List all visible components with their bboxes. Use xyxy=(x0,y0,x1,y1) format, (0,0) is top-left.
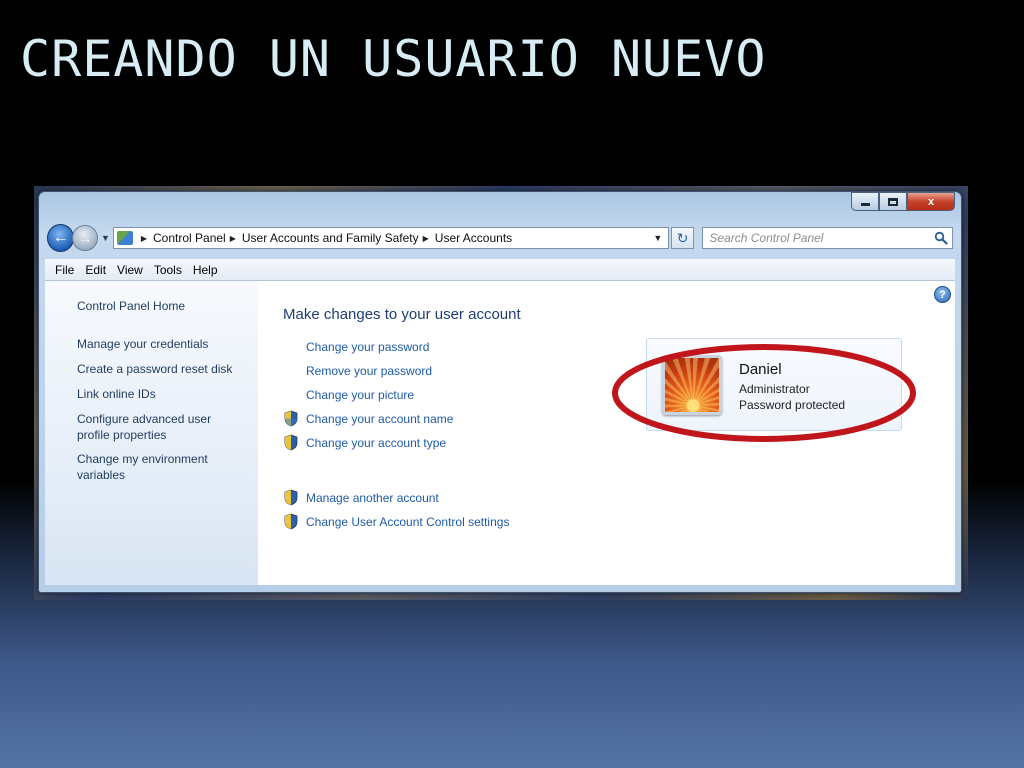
change-account-name-link[interactable]: Change your account name xyxy=(306,412,453,426)
avatar-petals xyxy=(665,358,719,412)
menu-view[interactable]: View xyxy=(112,263,149,277)
menu-edit[interactable]: Edit xyxy=(80,263,112,277)
uac-shield-icon xyxy=(284,489,298,506)
minimize-button[interactable] xyxy=(851,192,879,211)
menu-help[interactable]: Help xyxy=(188,263,224,277)
client-area: Control Panel Home Manage your credentia… xyxy=(45,281,955,585)
search-input[interactable] xyxy=(703,228,934,248)
advanced-profile-properties-link[interactable]: Configure advanced user profile properti… xyxy=(77,411,227,443)
password-reset-disk-link[interactable]: Create a password reset disk xyxy=(77,361,258,377)
back-button[interactable]: ← xyxy=(47,224,75,252)
link-online-ids-link[interactable]: Link online IDs xyxy=(77,386,258,402)
page-heading: Make changes to your user account xyxy=(283,306,521,323)
breadcrumb-control-panel[interactable]: Control Panel xyxy=(153,231,226,245)
refresh-button[interactable]: ↻ xyxy=(670,227,695,249)
help-icon[interactable]: ? xyxy=(934,286,951,303)
uac-shield-icon xyxy=(284,410,298,427)
control-panel-icon xyxy=(116,231,133,245)
control-panel-window: x ← → ▼ ▶ Control Panel ▶ User Accounts … xyxy=(38,191,962,593)
remove-password-link[interactable]: Remove your password xyxy=(306,364,432,378)
account-status: Password protected xyxy=(739,398,846,412)
maximize-icon xyxy=(888,197,898,206)
address-bar[interactable]: ▶ Control Panel ▶ User Accounts and Fami… xyxy=(112,227,669,249)
minimize-icon xyxy=(860,203,870,206)
menu-tools[interactable]: Tools xyxy=(149,263,188,277)
chevron-right-icon[interactable]: ▶ xyxy=(141,234,147,243)
chevron-right-icon[interactable]: ▶ xyxy=(423,234,429,243)
flower-avatar-icon xyxy=(662,355,722,415)
uac-shield-icon xyxy=(284,434,298,451)
history-dropdown-icon[interactable]: ▼ xyxy=(101,233,110,243)
forward-button[interactable]: → xyxy=(72,225,98,251)
account-name: Daniel xyxy=(739,361,782,378)
environment-variables-link[interactable]: Change my environment variables xyxy=(77,451,227,483)
back-arrow-icon: ← xyxy=(52,229,69,246)
change-picture-link[interactable]: Change your picture xyxy=(306,388,414,402)
uac-settings-link[interactable]: Change User Account Control settings xyxy=(306,515,509,529)
account-role: Administrator xyxy=(739,382,810,396)
screenshot-frame: x ← → ▼ ▶ Control Panel ▶ User Accounts … xyxy=(34,186,968,600)
menu-bar: File Edit View Tools Help xyxy=(45,259,955,281)
caption-buttons: x xyxy=(851,192,955,212)
change-password-link[interactable]: Change your password xyxy=(306,340,429,354)
menu-file[interactable]: File xyxy=(50,263,80,277)
refresh-icon: ↻ xyxy=(676,229,689,246)
uac-shield-icon xyxy=(284,513,298,530)
manage-credentials-link[interactable]: Manage your credentials xyxy=(77,336,258,352)
close-icon: x xyxy=(927,195,935,208)
search-icon[interactable] xyxy=(934,231,948,245)
breadcrumb-user-accounts-family-safety[interactable]: User Accounts and Family Safety xyxy=(242,231,419,245)
navigation-bar: ← → ▼ ▶ Control Panel ▶ User Accounts an… xyxy=(47,224,953,252)
breadcrumb-user-accounts[interactable]: User Accounts xyxy=(435,231,512,245)
chevron-right-icon[interactable]: ▶ xyxy=(230,234,236,243)
account-card: Daniel Administrator Password protected xyxy=(646,338,902,431)
close-button[interactable]: x xyxy=(907,192,955,211)
address-dropdown-icon[interactable]: ▼ xyxy=(648,228,668,248)
slide-title: CREANDO UN USUARIO NUEVO xyxy=(20,30,767,88)
control-panel-home-link[interactable]: Control Panel Home xyxy=(77,298,258,314)
search-box xyxy=(702,227,953,249)
forward-arrow-icon: → xyxy=(78,230,93,246)
manage-another-account-link[interactable]: Manage another account xyxy=(306,491,439,505)
change-account-type-link[interactable]: Change your account type xyxy=(306,436,446,450)
main-pane: ? Make changes to your user account Chan… xyxy=(258,281,955,585)
left-pane: Control Panel Home Manage your credentia… xyxy=(45,281,258,585)
maximize-button[interactable] xyxy=(879,192,907,211)
